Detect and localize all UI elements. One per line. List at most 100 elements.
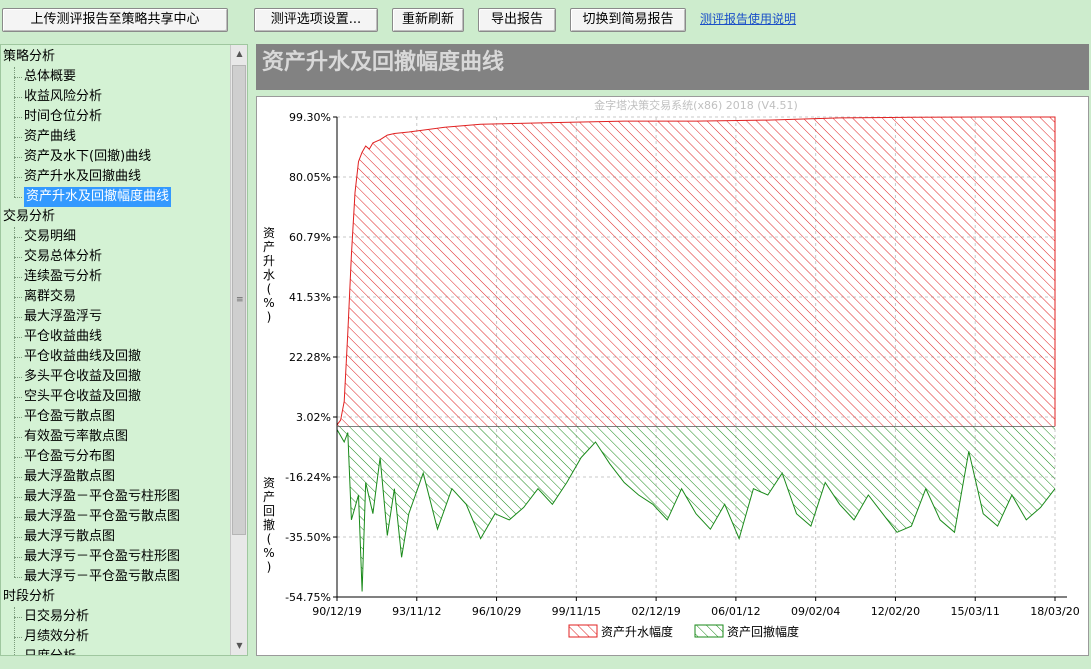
tree-item[interactable]: 交易总体分析 [24, 247, 102, 267]
y-label-drawdown-char: % [263, 546, 274, 560]
tree-item[interactable]: 最大浮亏散点图 [24, 527, 115, 547]
legend-drawdown-label: 资产回撤幅度 [727, 624, 799, 639]
tree-connector [14, 617, 22, 618]
upload-report-button[interactable]: 上传测评报告至策略共享中心 [2, 8, 228, 32]
premium-area [337, 117, 1055, 427]
tree-connector [14, 197, 22, 198]
sidebar-tree: 策略分析 总体概要 收益风险分析 时间仓位分析 资产曲线 资产及水下(回撤)曲线 资产升水及… [0, 44, 248, 656]
tree-item[interactable]: 最大浮盈散点图 [24, 467, 115, 487]
tree-connector [14, 77, 22, 78]
tree-group-0[interactable]: 策略分析 [3, 47, 55, 67]
scroll-down-icon[interactable]: ▼ [231, 637, 247, 654]
tree-item[interactable]: 有效盈亏率散点图 [24, 427, 128, 447]
y-label-premium-char: % [263, 296, 274, 310]
y-tick-label: 41.53% [289, 291, 331, 304]
tree-connector [14, 177, 22, 178]
tree-item[interactable]: 月绩效分析 [24, 627, 89, 647]
tree-connector [14, 67, 15, 197]
tree-connector [14, 337, 22, 338]
y-label-premium-char: ) [267, 310, 272, 324]
legend-premium-label: 资产升水幅度 [601, 624, 673, 639]
y-label-drawdown-char: 产 [263, 490, 275, 504]
tree-item[interactable]: 空头平仓收益及回撤 [24, 387, 141, 407]
options-settings-button[interactable]: 测评选项设置... [254, 8, 378, 32]
y-tick-label: 60.79% [289, 231, 331, 244]
help-link[interactable]: 测评报告使用说明 [700, 10, 796, 27]
x-tick-label: 96/10/29 [472, 605, 521, 618]
tree-item[interactable]: 交易明细 [24, 227, 76, 247]
scroll-up-icon[interactable]: ▲ [231, 45, 247, 62]
tree-connector [14, 537, 22, 538]
tree-item[interactable]: 平仓收益曲线 [24, 327, 102, 347]
tree-item[interactable]: 资产升水及回撤曲线 [24, 167, 141, 187]
tree-connector [14, 397, 22, 398]
y-label-drawdown-char: 撤 [263, 517, 275, 532]
tree-connector [14, 517, 22, 518]
scroll-thumb[interactable]: ≡ [232, 65, 246, 535]
y-label-drawdown-char: ) [267, 560, 272, 574]
tree-group-2[interactable]: 时段分析 [3, 587, 55, 607]
tree-item[interactable]: 日度分析 [24, 647, 76, 655]
export-report-button[interactable]: 导出报告 [478, 8, 556, 32]
tree-connector [14, 417, 22, 418]
x-tick-label: 06/01/12 [711, 605, 760, 618]
tree-connector [14, 457, 22, 458]
tree-connector [14, 297, 22, 298]
tree-connector [14, 137, 22, 138]
y-label-premium-char: 水 [263, 268, 275, 282]
tree-item[interactable]: 总体概要 [24, 67, 76, 87]
tree-connector [14, 477, 22, 478]
y-tick-label: 80.05% [289, 171, 331, 184]
y-label-premium-char: 产 [263, 240, 275, 254]
tree-item[interactable]: 最大浮盈－平仓盈亏散点图 [24, 507, 180, 527]
tree-connector [14, 257, 22, 258]
tree-item[interactable]: 最大浮亏－平仓盈亏散点图 [24, 567, 180, 587]
y-tick-label: -35.50% [285, 531, 331, 544]
tree-connector [14, 157, 22, 158]
y-tick-label: 22.28% [289, 351, 331, 364]
refresh-button[interactable]: 重新刷新 [392, 8, 464, 32]
tree-item[interactable]: 平仓收益曲线及回撤 [24, 347, 141, 367]
y-label-premium: 资产升水(%) [263, 226, 275, 324]
tree-item[interactable]: 最大浮亏－平仓盈亏柱形图 [24, 547, 180, 567]
tree-item[interactable]: 多头平仓收益及回撤 [24, 367, 141, 387]
tree-connector [14, 637, 22, 638]
tree-item[interactable]: 离群交易 [24, 287, 76, 307]
tree-item[interactable]: 最大浮盈浮亏 [24, 307, 102, 327]
y-label-drawdown-char: 资 [263, 476, 275, 490]
tree-group-1[interactable]: 交易分析 [3, 207, 55, 227]
tree-connector [14, 607, 15, 655]
x-tick-label: 09/02/04 [791, 605, 840, 618]
sidebar-scrollbar[interactable]: ▲ ≡ ▼ [230, 45, 247, 655]
page-title: 资产升水及回撤幅度曲线 [256, 44, 1089, 90]
tree-item[interactable]: 资产升水及回撤幅度曲线 [24, 187, 172, 207]
tree-item[interactable]: 连续盈亏分析 [24, 267, 102, 287]
tree-connector [14, 377, 22, 378]
y-tick-label: -16.24% [285, 471, 331, 484]
main-content: 资产升水及回撤幅度曲线 金字塔决策交易系统(x86) 2018 (V4.51) 9… [256, 44, 1090, 658]
y-tick-label: -54.75% [285, 591, 331, 604]
tree-connector [14, 577, 22, 578]
x-tick-label: 90/12/19 [312, 605, 361, 618]
tree-item[interactable]: 收益风险分析 [24, 87, 102, 107]
simple-report-button[interactable]: 切换到简易报告 [570, 8, 686, 32]
y-label-drawdown-char: 回 [263, 504, 275, 518]
y-label-premium-char: ( [267, 282, 272, 296]
tree-item[interactable]: 平仓盈亏分布图 [24, 447, 115, 467]
tree-item[interactable]: 最大浮盈－平仓盈亏柱形图 [24, 487, 180, 507]
x-tick-label: 02/12/19 [631, 605, 680, 618]
y-tick-label: 3.02% [296, 411, 331, 424]
tree-connector [14, 437, 22, 438]
tree-connector [14, 97, 22, 98]
tree-item[interactable]: 平仓盈亏散点图 [24, 407, 115, 427]
x-tick-label: 15/03/11 [951, 605, 1000, 618]
tree-item[interactable]: 资产及水下(回撤)曲线 [24, 147, 151, 167]
x-tick-label: 18/03/20 [1030, 605, 1079, 618]
tree-connector [14, 277, 22, 278]
tree-item[interactable]: 日交易分析 [24, 607, 89, 627]
premium-drawdown-chart: 金字塔决策交易系统(x86) 2018 (V4.51) 99.30% 80.05% 6… [263, 98, 1080, 639]
tree-item[interactable]: 时间仓位分析 [24, 107, 102, 127]
y-label-premium-char: 升 [263, 254, 275, 268]
tree-item[interactable]: 资产曲线 [24, 127, 76, 147]
x-tick-label: 12/02/20 [871, 605, 920, 618]
